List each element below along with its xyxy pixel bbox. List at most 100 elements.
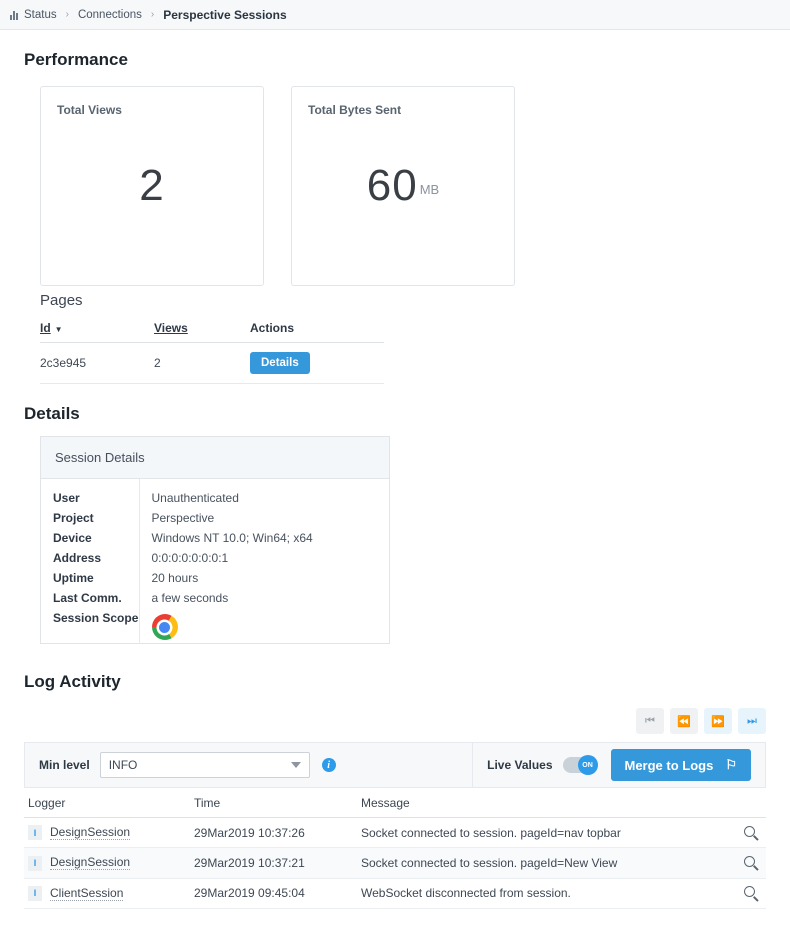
logger-name[interactable]: DesignSession	[50, 825, 131, 840]
min-level-label: Min level	[39, 758, 90, 772]
pages-col-views-label: Views	[154, 321, 188, 335]
min-level-select[interactable]: INFO	[99, 752, 310, 778]
pages-col-views[interactable]: Views	[154, 317, 250, 343]
live-values-toggle[interactable]: ON	[562, 755, 598, 775]
logger-name[interactable]: DesignSession	[50, 855, 131, 871]
log-time-cell: 29Mar2019 10:37:21	[194, 847, 361, 879]
session-details-panel: Session Details User Unauthenticated Pro…	[40, 436, 390, 644]
info-icon[interactable]: i	[321, 758, 336, 772]
detail-row-user: User Unauthenticated	[41, 479, 389, 508]
detail-value: Perspective	[151, 511, 215, 525]
bar-chart-icon	[10, 10, 19, 20]
detail-row-address: Address 0:0:0:0:0:0:0:1	[41, 548, 389, 568]
detail-label: Project	[41, 508, 140, 528]
page-actions-cell: Details	[250, 342, 384, 384]
detail-value	[139, 608, 389, 643]
log-message-cell: WebSocket disconnected from session.	[361, 878, 732, 909]
card-title: Total Views	[57, 103, 122, 117]
detail-row-uptime: Uptime 20 hours	[41, 568, 389, 588]
pages-table-header-row: Id ▼ Views Actions	[40, 317, 384, 343]
search-icon[interactable]	[743, 855, 755, 867]
log-level-badge: I	[28, 855, 42, 871]
detail-row-device: Device Windows NT 10.0; Win64; x64	[41, 528, 389, 548]
detail-label: Session Scope	[41, 608, 140, 643]
next-page-button[interactable]: ⏩	[704, 708, 732, 734]
log-time-cell: 29Mar2019 10:37:26	[194, 817, 361, 849]
table-row: I DesignSession 29Mar2019 10:37:21 Socket…	[24, 847, 766, 879]
detail-value: 20 hours	[151, 571, 199, 585]
detail-row-session-scope: Session Scope	[41, 608, 389, 643]
table-row: I DesignSession 29Mar2019 10:37:26 Socket…	[24, 817, 766, 849]
log-col-time: Time	[194, 788, 361, 818]
log-col-logger: Logger	[24, 788, 194, 818]
log-filter-bar: Min level INFO i Live Values ON Merge to…	[24, 742, 766, 788]
card-title: Total Bytes Sent	[308, 103, 402, 117]
log-message-cell: Socket connected to session. pageId=nav …	[361, 817, 732, 849]
breadcrumb-separator: ›	[150, 9, 155, 20]
page-views-cell: 2	[154, 342, 250, 384]
last-page-button[interactable]: ⏭	[738, 708, 766, 734]
log-inspect-cell	[732, 878, 766, 909]
table-row: I ClientSession 29Mar2019 09:45:04 WebSoc…	[24, 878, 766, 909]
card-total-views: Total Views 2	[40, 86, 264, 286]
details-button[interactable]: Details	[250, 352, 310, 374]
pages-col-id[interactable]: Id ▼	[40, 317, 154, 343]
log-level-badge: I	[28, 885, 42, 901]
live-values-control: Live Values ON	[473, 755, 610, 775]
detail-label: Last Comm.	[41, 588, 140, 608]
performance-cards: Total Views 2 Total Bytes Sent 60 MB	[40, 86, 766, 286]
log-inspect-cell	[732, 817, 766, 849]
toggle-knob: ON	[577, 755, 598, 775]
card-value-wrap: 2	[41, 164, 263, 208]
table-row: 2c3e945 2 Details	[40, 342, 384, 384]
pages-table: Id ▼ Views Actions 2c3e945 2 Details	[40, 317, 384, 384]
log-level-badge: I	[28, 825, 42, 841]
log-inspect-cell	[732, 847, 766, 879]
pages-col-actions-label: Actions	[250, 321, 295, 335]
merge-to-logs-label: Merge to Logs	[624, 757, 714, 773]
detail-label: Address	[41, 548, 140, 568]
breadcrumb-current-page: Perspective Sessions	[163, 7, 287, 22]
first-page-button[interactable]: ⏮	[636, 708, 664, 734]
session-details-title: Session Details	[41, 437, 389, 479]
details-heading: Details	[24, 404, 80, 423]
card-total-bytes-sent: Total Bytes Sent 60 MB	[291, 86, 515, 286]
pages-col-actions: Actions	[250, 317, 384, 343]
log-message-cell: Socket connected to session. pageId=New …	[361, 847, 732, 879]
chrome-logo-icon	[151, 614, 178, 640]
chevron-down-icon	[290, 762, 301, 768]
detail-label: User	[41, 479, 140, 508]
pages-section: Pages Id ▼ Views Actions 2c3e945 2 Detai…	[40, 292, 766, 384]
detail-row-last-comm: Last Comm. a few seconds	[41, 588, 389, 608]
live-values-label: Live Values	[487, 758, 553, 772]
detail-row-project: Project Perspective	[41, 508, 389, 528]
previous-page-button[interactable]: ⏪	[670, 708, 698, 734]
log-logger-cell: I ClientSession	[24, 878, 194, 909]
breadcrumb-item-connections[interactable]: Connections	[78, 9, 142, 21]
page-content: Performance Total Views 2 Total Bytes Se…	[0, 50, 790, 909]
log-col-actions	[732, 788, 766, 818]
pages-col-id-label: Id	[40, 321, 51, 335]
merge-to-logs-button[interactable]: Merge to Logs ⚐	[610, 749, 751, 781]
session-details-table: User Unauthenticated Project Perspective…	[41, 479, 389, 643]
breadcrumb-item-status[interactable]: Status	[24, 9, 57, 21]
log-time-cell: 29Mar2019 09:45:04	[194, 878, 361, 909]
log-table: Logger Time Message I DesignSession 29Mar…	[24, 788, 766, 909]
card-value: 2	[139, 161, 165, 210]
log-logger-cell: I DesignSession	[24, 847, 194, 879]
card-unit: MB	[419, 181, 440, 197]
flag-icon: ⚐	[725, 757, 737, 772]
log-activity-heading: Log Activity	[24, 672, 121, 691]
pages-heading: Pages	[40, 292, 83, 309]
search-icon[interactable]	[743, 825, 755, 837]
log-logger-cell: I DesignSession	[24, 817, 194, 849]
detail-label: Uptime	[41, 568, 140, 588]
detail-value: Windows NT 10.0; Win64; x64	[151, 531, 313, 545]
search-icon[interactable]	[743, 886, 755, 898]
logger-name[interactable]: ClientSession	[50, 885, 124, 901]
detail-value: Unauthenticated	[151, 491, 239, 505]
log-table-header-row: Logger Time Message	[24, 788, 766, 818]
detail-value: a few seconds	[151, 591, 229, 605]
log-pagination: ⏮ ⏪ ⏩ ⏭	[24, 708, 766, 734]
performance-heading: Performance	[24, 50, 128, 69]
